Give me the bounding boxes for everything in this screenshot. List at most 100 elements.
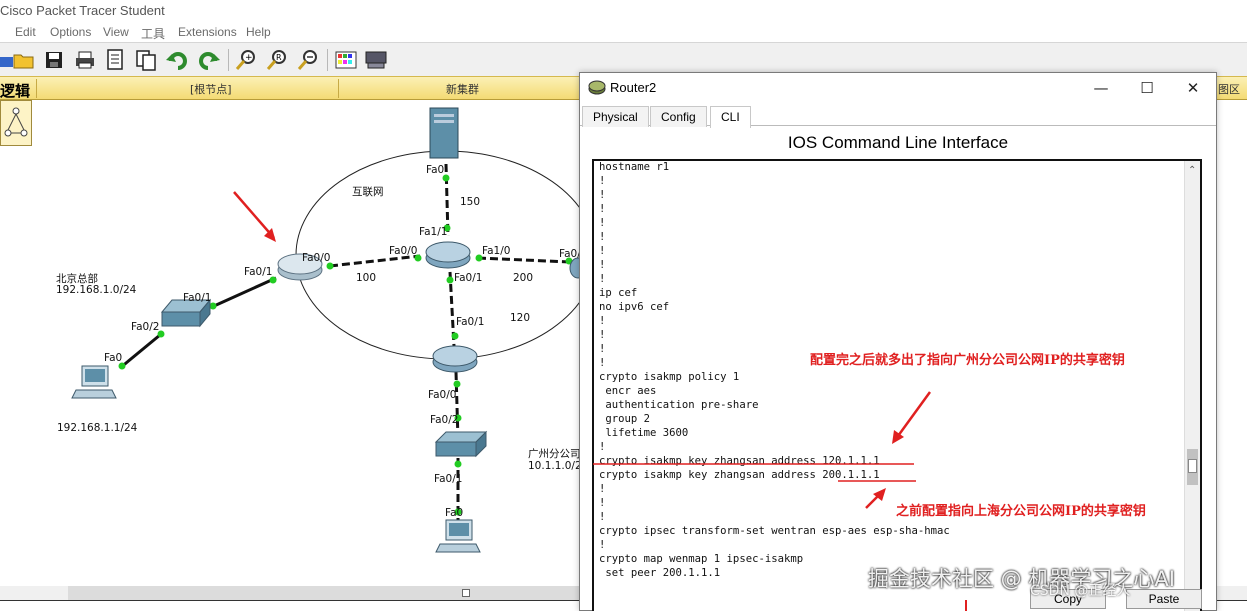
minimize-button[interactable]: — [1086, 77, 1116, 99]
zoom-reset-icon[interactable]: R [265, 48, 289, 72]
cli-line: ! [599, 483, 606, 495]
undo-icon[interactable] [166, 48, 190, 72]
redo-icon[interactable] [196, 48, 220, 72]
close-button[interactable]: ✕ [1178, 77, 1208, 99]
scroll-up-icon[interactable]: ⌃ [1188, 165, 1196, 176]
cli-line: ! [599, 511, 606, 523]
cli-line: set peer 200.1.1.1 [599, 567, 721, 579]
beijing-switch-port-label: Fa0/2 [131, 321, 160, 333]
copy-icon[interactable] [134, 48, 158, 72]
guangzhou-router-port-label: Fa0/1 [456, 316, 485, 328]
scrollbar-track[interactable] [68, 586, 586, 600]
tab-physical[interactable]: Physical [582, 106, 649, 127]
cli-line: crypto ipsec transform-set wentran esp-a… [599, 525, 950, 537]
scrollbar-thumb[interactable] [462, 589, 470, 597]
beijing-switch-port-label: Fa0/1 [183, 292, 212, 304]
cli-terminal[interactable]: hostname r1!!!!!!!! ip cef no ipv6 cef!!!!… [592, 159, 1202, 611]
link-label-right: 200 [513, 272, 534, 284]
menu-extensions[interactable]: Extensions [178, 25, 237, 39]
guangzhou-switch-port-label: Fa0/1 [434, 473, 463, 485]
server-icon [429, 107, 459, 159]
annotation-old-key: 之前配置指向上海分公司公网IP的共享密钥 [896, 504, 1146, 519]
red-arrow-icon [233, 191, 276, 242]
router2-dialog: Router2 — ☐ ✕ Physical Config CLI IOS Co… [579, 72, 1217, 611]
maximize-button[interactable]: ☐ [1132, 77, 1162, 99]
beijing-router-port-label: Fa0/0 [302, 252, 331, 264]
right-port-label: Fa0/ [559, 248, 581, 260]
cli-line: crypto isakmp policy 1 [599, 371, 740, 383]
cli-vertical-scrollbar[interactable]: ⌃ [1184, 161, 1200, 611]
cli-line: crypto isakmp key zhangsan address 120.1… [599, 455, 880, 467]
palette-icon[interactable] [334, 48, 358, 72]
cloud-label: 互联网 [352, 186, 384, 198]
cli-line: hostname r1 [599, 161, 670, 173]
menu-bar: Edit Options View 工具 Extensions Help [0, 22, 1247, 42]
cli-scrollbar-thumb-grip[interactable] [1188, 459, 1197, 473]
isp-port-label: Fa1/1 [419, 226, 448, 238]
watermark-sub: CSDN @正经人 [1030, 583, 1131, 599]
guangzhou-switch-port-label: Fa0/2 [430, 414, 459, 426]
activity-wizard-icon[interactable] [103, 48, 127, 72]
bar-divider [338, 79, 339, 98]
cli-line: ! [599, 343, 606, 355]
isp-port-label: Fa1/0 [482, 245, 511, 257]
router-app-icon [588, 80, 606, 95]
new-cluster-button[interactable]: 新集群 [446, 81, 479, 97]
cli-line: ! [599, 539, 606, 551]
guangzhou-site-network: 10.1.1.0/2 [528, 460, 582, 472]
cli-line: crypto isakmp key zhangsan address 200.1… [599, 469, 880, 481]
cli-line: group 2 [599, 413, 651, 425]
cli-line: ! [599, 217, 606, 229]
link-label-bottom: 120 [510, 312, 531, 324]
root-node-label[interactable]: [根节点] [190, 81, 232, 97]
guangzhou-pc-port-label: Fa0 [445, 507, 464, 519]
guangzhou-pc-icon [435, 519, 481, 553]
dialog-title: Router2 [610, 80, 657, 95]
server-port-label: Fa0 [426, 164, 445, 176]
link-label-left: 100 [356, 272, 377, 284]
zoom-out-icon[interactable] [296, 48, 320, 72]
guangzhou-router-port-label: Fa0/0 [428, 389, 457, 401]
cli-line: ! [599, 329, 606, 341]
cli-line: encr aes [599, 385, 657, 397]
save-icon[interactable] [42, 48, 66, 72]
cli-line: ! [599, 315, 606, 327]
cli-header: IOS Command Line Interface [787, 133, 1009, 152]
isp-port-label: Fa0/1 [454, 272, 483, 284]
guangzhou-switch-icon [434, 430, 488, 458]
cli-line: ! [599, 357, 606, 369]
toolbar-separator [327, 49, 328, 71]
title-bar: Cisco Packet Tracer Student [0, 0, 1247, 22]
menu-edit[interactable]: Edit [15, 25, 36, 39]
cli-line: ! [599, 203, 606, 215]
beijing-site-network: 192.168.1.0/24 [56, 284, 137, 296]
cli-line: ! [599, 231, 606, 243]
menu-options[interactable]: Options [50, 25, 91, 39]
svg-text:+: + [245, 53, 253, 63]
dialog-tabs: Physical Config CLI [580, 104, 1216, 128]
toolbar-separator [228, 49, 229, 71]
menu-view[interactable]: View [103, 25, 129, 39]
print-icon[interactable] [73, 48, 97, 72]
open-folder-icon[interactable] [12, 48, 36, 72]
cli-line: no ipv6 cef [599, 301, 670, 313]
cli-line: authentication pre-share [599, 399, 759, 411]
link-dots [118, 174, 573, 516]
cli-line: ! [599, 259, 606, 271]
tab-cli[interactable]: CLI [710, 106, 751, 128]
beijing-pc-ip: 192.168.1.1/24 [57, 422, 138, 434]
dialog-title-bar: Router2 — ☐ ✕ [580, 73, 1216, 103]
menu-help[interactable]: Help [246, 25, 271, 39]
cli-line: lifetime 3600 [599, 427, 689, 439]
cli-line: crypto map wenmap 1 ipsec-isakmp [599, 553, 804, 565]
toolbar: + R [0, 42, 1247, 76]
menu-tools[interactable]: 工具 [141, 25, 165, 42]
custom-device-icon[interactable] [364, 48, 388, 72]
cli-line: ! [599, 273, 606, 285]
zoom-in-icon[interactable]: + [234, 48, 258, 72]
tab-config[interactable]: Config [650, 106, 707, 127]
bar-right-fragment: 图区 [1218, 83, 1240, 96]
link-label-top: 150 [460, 196, 481, 208]
bar-divider [36, 79, 37, 98]
app-title: Cisco Packet Tracer Student [0, 3, 165, 18]
